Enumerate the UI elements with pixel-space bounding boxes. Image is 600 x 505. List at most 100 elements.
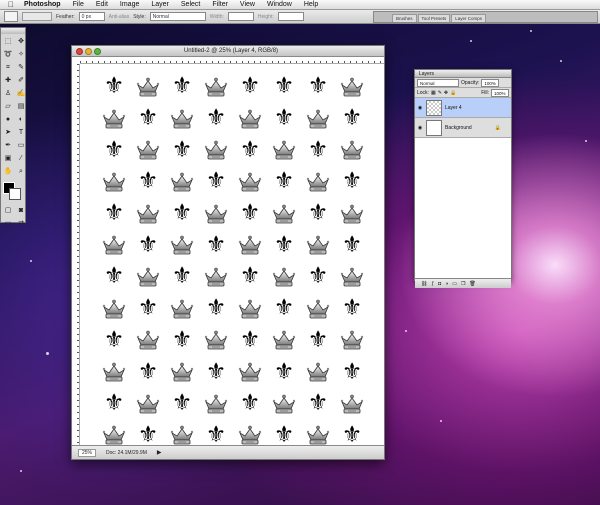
- selection-mode-icons[interactable]: [22, 12, 52, 21]
- crown-icon: [335, 198, 369, 230]
- crown-icon: [301, 420, 335, 445]
- document-window: Untitled-2 @ 25% (Layer 4, RGB/8) ⚜ ⚜ ⚜ ⚜ ⚜ ⚜…: [71, 45, 385, 460]
- quick-mask-on-icon[interactable]: ◙: [15, 205, 27, 217]
- menu-image[interactable]: Image: [120, 1, 139, 8]
- new-layer-icon[interactable]: ❐: [461, 281, 465, 287]
- imageready-icon[interactable]: ⇄: [15, 218, 27, 230]
- magic-wand-icon[interactable]: ✧: [15, 49, 27, 61]
- layer-style-icon[interactable]: ƒ: [431, 281, 434, 287]
- close-button[interactable]: [76, 47, 83, 55]
- visibility-eye-icon[interactable]: ◉: [417, 105, 423, 111]
- fleur-de-lis-icon: ⚜: [239, 136, 261, 163]
- layer-row[interactable]: ◉ Background 🔒: [415, 118, 511, 138]
- screen-mode-icon[interactable]: ▭: [2, 218, 14, 230]
- minimize-button[interactable]: [85, 47, 92, 55]
- lasso-tool-icon[interactable]: ➰: [2, 49, 14, 61]
- fleur-de-lis-icon: ⚜: [341, 105, 363, 132]
- brush-tool-icon[interactable]: ✐: [15, 75, 27, 87]
- crop-tool-icon[interactable]: ⌗: [2, 62, 14, 74]
- document-titlebar[interactable]: Untitled-2 @ 25% (Layer 4, RGB/8): [72, 46, 384, 57]
- crown-icon: [233, 293, 267, 325]
- path-select-icon[interactable]: ➤: [2, 127, 14, 139]
- menu-help[interactable]: Help: [304, 1, 318, 8]
- tool-preset-icon[interactable]: [4, 11, 18, 22]
- marquee-tool-icon[interactable]: ⬚: [2, 36, 14, 48]
- visibility-eye-icon[interactable]: ◉: [417, 125, 423, 131]
- menu-window[interactable]: Window: [267, 1, 292, 8]
- height-label: Height:: [257, 13, 274, 20]
- gradient-tool-icon[interactable]: ▤: [15, 101, 27, 113]
- menu-layer[interactable]: Layer: [151, 1, 169, 8]
- tab-brushes[interactable]: Brushes: [392, 14, 417, 22]
- apple-icon[interactable]: : [8, 0, 14, 9]
- crown-icon: [199, 261, 233, 293]
- vertical-ruler[interactable]: [72, 64, 80, 445]
- new-group-icon[interactable]: ▭: [452, 281, 457, 287]
- clone-stamp-icon[interactable]: ♙: [2, 88, 14, 100]
- shape-tool-icon[interactable]: ▭: [15, 140, 27, 152]
- pen-tool-icon[interactable]: ✒: [2, 140, 14, 152]
- feather-input[interactable]: 0 px: [78, 12, 105, 21]
- background-color[interactable]: [9, 188, 21, 200]
- fleur-de-lis-icon: ⚜: [103, 200, 125, 227]
- crown-icon: [97, 166, 131, 198]
- link-layers-icon[interactable]: ⛓: [421, 281, 427, 287]
- fill-input[interactable]: 100%: [491, 88, 509, 97]
- menu-filter[interactable]: Filter: [212, 1, 228, 8]
- slice-tool-icon[interactable]: ✎: [15, 62, 27, 74]
- tab-tool-presets[interactable]: Tool Presets: [417, 14, 451, 22]
- crown-icon: [97, 229, 131, 261]
- layers-list-empty-area[interactable]: [415, 138, 511, 278]
- tab-layer-comps[interactable]: Layer Comps: [451, 14, 487, 22]
- zoom-level[interactable]: 25%: [78, 448, 97, 457]
- type-tool-icon[interactable]: T: [15, 127, 27, 139]
- horizontal-ruler[interactable]: [80, 57, 384, 64]
- width-input[interactable]: [227, 12, 254, 21]
- fleur-de-lis-icon: ⚜: [205, 168, 227, 195]
- fleur-de-lis-icon: ⚜: [103, 326, 125, 353]
- history-brush-icon[interactable]: ✍: [15, 88, 27, 100]
- blur-tool-icon[interactable]: ●: [2, 114, 14, 126]
- lock-position-icon[interactable]: ✥: [444, 90, 448, 96]
- lock-icon: 🔒: [494, 124, 501, 131]
- height-input[interactable]: [277, 12, 304, 21]
- adjustment-layer-icon[interactable]: ◑: [445, 281, 448, 287]
- crown-icon: [267, 261, 301, 293]
- zoom-button[interactable]: [94, 47, 101, 55]
- fleur-de-lis-icon: ⚜: [205, 295, 227, 322]
- lock-paint-icon[interactable]: ✎: [438, 90, 442, 96]
- eyedropper-icon[interactable]: ⁄: [15, 153, 27, 165]
- move-tool-icon[interactable]: ✥: [15, 36, 27, 48]
- layer-mask-icon[interactable]: ◘: [438, 281, 441, 287]
- crown-icon: [165, 166, 199, 198]
- notes-tool-icon[interactable]: ▣: [2, 153, 14, 165]
- fleur-de-lis-icon: ⚜: [137, 295, 159, 322]
- lock-all-icon[interactable]: 🔒: [450, 90, 456, 96]
- app-menu[interactable]: Photoshop: [24, 1, 61, 8]
- delete-layer-icon[interactable]: 🗑: [469, 281, 475, 287]
- healing-brush-icon[interactable]: ✚: [2, 75, 14, 87]
- document-canvas[interactable]: ⚜ ⚜ ⚜ ⚜ ⚜ ⚜ ⚜ ⚜ ⚜ ⚜ ⚜ ⚜ ⚜ ⚜ ⚜ ⚜ ⚜ ⚜ ⚜ ⚜ ⚜ ⚜ ⚜ ⚜ ⚜ ⚜ ⚜ ⚜ ⚜ ⚜ ⚜ ⚜ ⚜ ⚜ ⚜ ⚜ ⚜ ⚜ ⚜ ⚜…: [81, 65, 382, 445]
- blend-mode-select[interactable]: Normal: [417, 78, 459, 87]
- dodge-tool-icon[interactable]: ◐: [15, 114, 27, 126]
- menu-view[interactable]: View: [240, 1, 255, 8]
- hand-tool-icon[interactable]: ✋: [2, 166, 14, 178]
- zoom-tool-icon[interactable]: ⌕: [15, 166, 27, 178]
- doc-size-info: Doc: 24.1M/29.9M: [106, 449, 147, 456]
- lock-transparency-icon[interactable]: ▦: [431, 90, 436, 96]
- menu-edit[interactable]: Edit: [96, 1, 108, 8]
- style-select[interactable]: Normal: [149, 12, 206, 21]
- quick-mask-off-icon[interactable]: ▢: [2, 205, 14, 217]
- fleur-de-lis-icon: ⚜: [341, 358, 363, 385]
- antialias-checkbox[interactable]: Anti-alias: [109, 14, 130, 20]
- eraser-tool-icon[interactable]: ▱: [2, 101, 14, 113]
- layer-row[interactable]: ◉ Layer 4: [415, 98, 511, 118]
- menu-select[interactable]: Select: [181, 1, 200, 8]
- crown-icon: [335, 71, 369, 103]
- status-menu-arrow-icon[interactable]: ▶: [157, 449, 162, 456]
- opacity-input[interactable]: 100%: [481, 78, 500, 87]
- crown-icon: [97, 356, 131, 388]
- menu-file[interactable]: File: [73, 1, 84, 8]
- layers-tab[interactable]: Layers: [415, 70, 511, 78]
- layer-thumbnail: [426, 99, 442, 116]
